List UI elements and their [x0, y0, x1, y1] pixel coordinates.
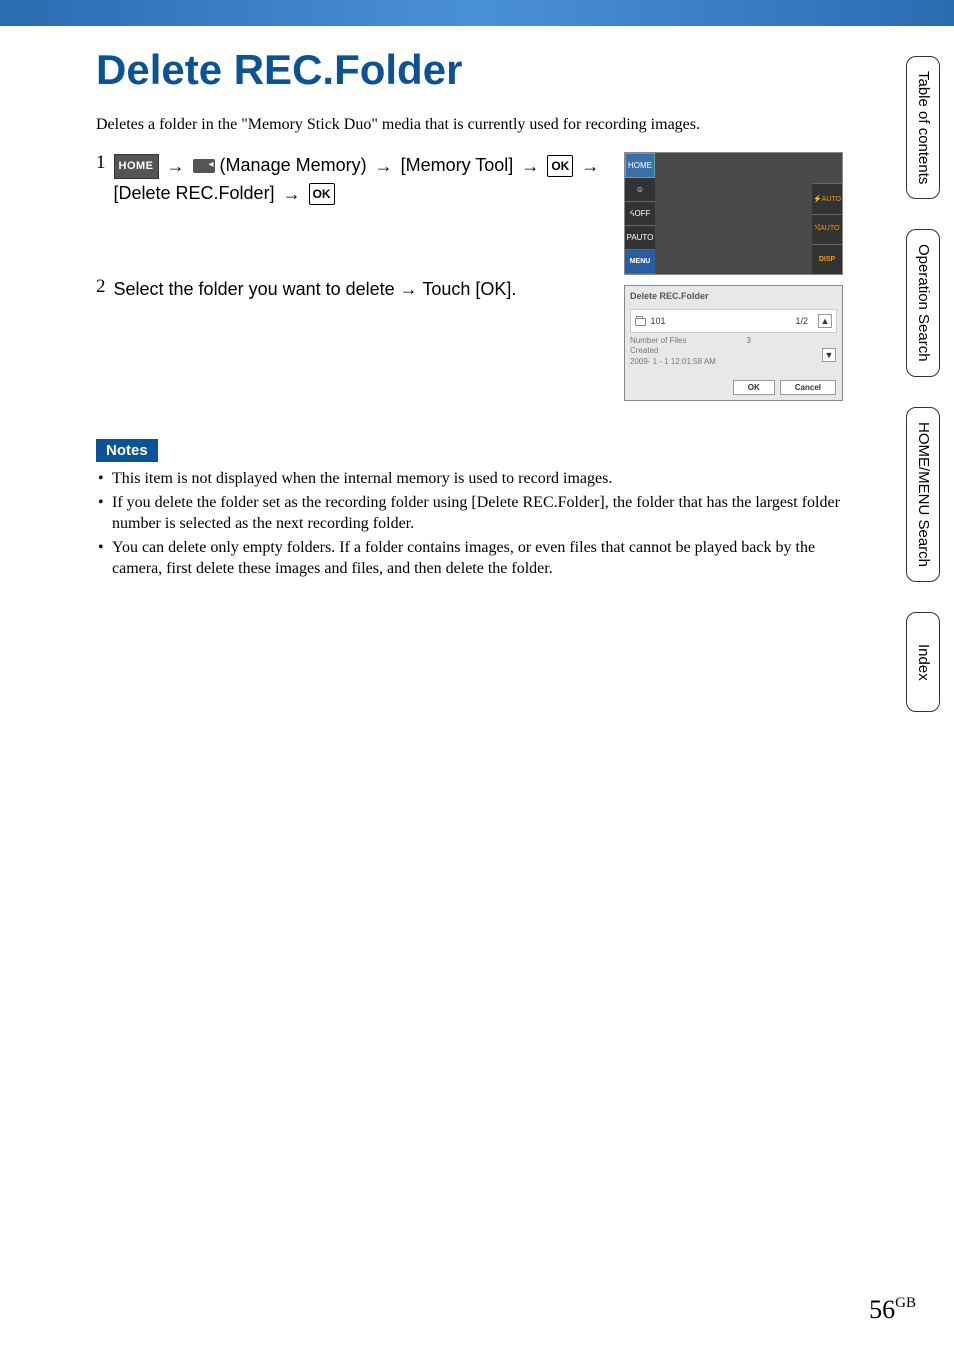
- step-number-2: 2: [96, 276, 106, 303]
- screens-right: HOME ☺ ᔦOFF PAUTO MENU ⚡AUTO ⤭AUTO DISP …: [624, 152, 844, 401]
- folder-icon: [635, 318, 646, 326]
- arrow-icon: →: [167, 156, 185, 176]
- screen1-right-icons: ⚡AUTO ⤭AUTO DISP: [812, 153, 842, 274]
- step-2-text: Select the folder you want to delete → T…: [114, 276, 517, 303]
- created-label: Created: [630, 346, 658, 355]
- tab-home-menu-search[interactable]: HOME/MENU Search: [906, 407, 940, 582]
- steps-area: 1 HOME → (Manage Memory) → [Memory Tool]…: [96, 152, 844, 401]
- camera-screen-2: Delete REC.Folder 101 1/2 ▲ Number of Fi…: [624, 285, 843, 401]
- created-date: 2009- 1 - 1 12:01:58 AM: [630, 357, 716, 366]
- step-1: 1 HOME → (Manage Memory) → [Memory Tool]…: [96, 152, 606, 208]
- ok-icon: OK: [309, 183, 335, 205]
- step-1-text: HOME → (Manage Memory) → [Memory Tool] →…: [114, 152, 607, 208]
- screen2-title: Delete REC.Folder: [630, 291, 837, 301]
- camera-screen-1: HOME ☺ ᔦOFF PAUTO MENU ⚡AUTO ⤭AUTO DISP: [624, 152, 843, 275]
- page-number-suffix: GB: [895, 1295, 916, 1311]
- up-arrow-icon[interactable]: ▲: [818, 314, 832, 328]
- files-count: 3: [746, 336, 750, 345]
- side-tabs: Table of contents Operation Search HOME/…: [906, 56, 940, 712]
- tab-operation-search[interactable]: Operation Search: [906, 229, 940, 377]
- main-content: Delete REC.Folder Deletes a folder in th…: [0, 26, 954, 580]
- page-title: Delete REC.Folder: [96, 46, 844, 94]
- screen2-ok-button[interactable]: OK: [733, 380, 775, 395]
- step-2: 2 Select the folder you want to delete →…: [96, 276, 606, 303]
- files-label: Number of Files: [630, 336, 686, 345]
- folder-pager-area: 1/2 ▲: [795, 314, 832, 328]
- page-number: 56GB: [869, 1295, 916, 1325]
- screen-home-icon: HOME: [625, 153, 655, 178]
- arrow-icon: →: [283, 184, 301, 204]
- screen-jauto-icon: ⤭AUTO: [812, 214, 842, 244]
- ok-icon: OK: [547, 155, 573, 177]
- arrow-icon: →: [521, 156, 539, 176]
- screen2-cancel-button[interactable]: Cancel: [780, 380, 836, 395]
- step-number-1: 1: [96, 152, 106, 208]
- tab-index[interactable]: Index: [906, 612, 940, 712]
- memory-icon: [193, 159, 215, 173]
- screen2-folder-row: 101 1/2 ▲: [630, 309, 837, 333]
- pager-text: 1/2: [795, 316, 808, 326]
- intro-text: Deletes a folder in the "Memory Stick Du…: [96, 116, 844, 134]
- screen-pauto-icon: PAUTO: [625, 226, 655, 250]
- folder-label: 101: [635, 316, 666, 326]
- screen2-info: Number of Files 3 Created 2009- 1 - 1 12…: [630, 336, 837, 367]
- delete-rec-label: [Delete REC.Folder]: [114, 183, 280, 203]
- note-item: You can delete only empty folders. If a …: [96, 537, 844, 580]
- manage-memory-label: (Manage Memory): [220, 155, 372, 175]
- screen-flash-icon: ⚡AUTO: [812, 183, 842, 213]
- screen2-buttons: OK Cancel: [733, 380, 836, 395]
- top-bar: [0, 0, 954, 26]
- home-icon: HOME: [114, 154, 159, 179]
- screen1-left-icons: HOME ☺ ᔦOFF PAUTO MENU: [625, 153, 655, 274]
- page-number-value: 56: [869, 1295, 895, 1324]
- note-item: This item is not displayed when the inte…: [96, 468, 844, 490]
- memory-tool-label: [Memory Tool]: [401, 155, 519, 175]
- folder-number: 101: [651, 316, 666, 326]
- screen-menu-icon: MENU: [625, 250, 655, 274]
- steps-left: 1 HOME → (Manage Memory) → [Memory Tool]…: [96, 152, 606, 401]
- arrow-icon: →: [375, 156, 393, 176]
- notes-list: This item is not displayed when the inte…: [96, 468, 844, 580]
- tab-table-of-contents[interactable]: Table of contents: [906, 56, 940, 199]
- notes-label: Notes: [96, 439, 158, 462]
- arrow-icon: →: [581, 156, 599, 176]
- notes-section: Notes This item is not displayed when th…: [96, 439, 844, 580]
- screen-face-icon: ☺: [625, 178, 655, 202]
- note-item: If you delete the folder set as the reco…: [96, 492, 844, 535]
- screen-disp-icon: DISP: [812, 244, 842, 274]
- down-arrow-icon[interactable]: ▼: [822, 348, 836, 362]
- screen-off-icon: ᔦOFF: [625, 202, 655, 226]
